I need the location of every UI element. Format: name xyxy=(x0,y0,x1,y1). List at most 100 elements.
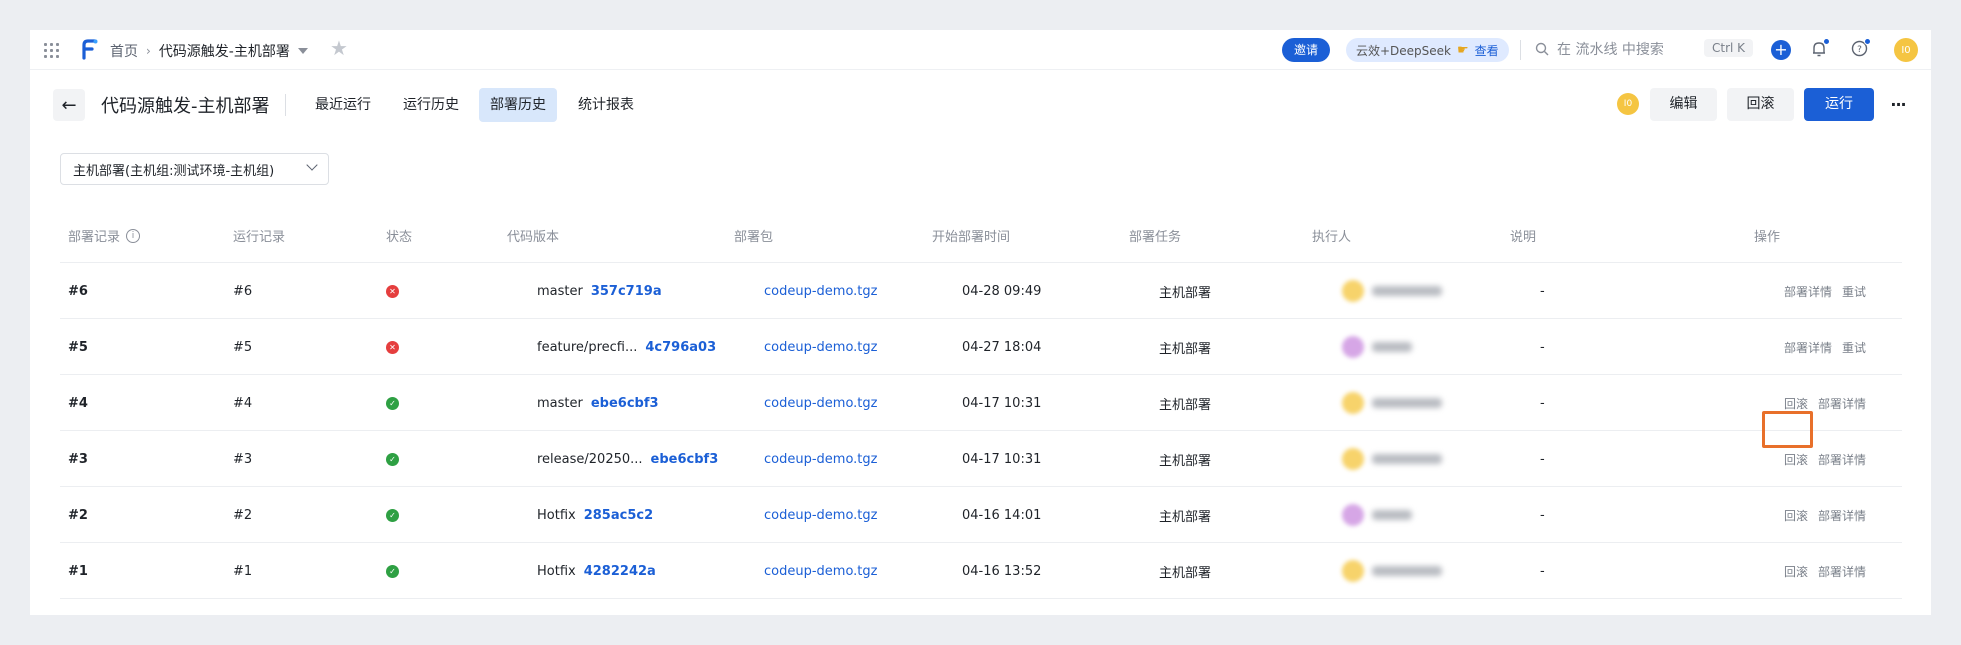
breadcrumb: 首页 › 代码源触发-主机部署 xyxy=(110,41,308,61)
branch-name: master xyxy=(537,395,583,411)
more-icon[interactable]: ··· xyxy=(1883,88,1913,121)
edit-button[interactable]: 编辑 xyxy=(1650,88,1717,121)
error-status-icon: ✕ xyxy=(386,284,399,298)
deploy-record[interactable]: #4 xyxy=(68,375,88,431)
row-deploy-detail-button[interactable]: 部署详情 xyxy=(1818,395,1866,412)
actions: 部署详情 重试 xyxy=(1784,263,1876,319)
search-input[interactable]: 在 流水线 中搜索 xyxy=(1557,39,1664,59)
actions: 回滚 部署详情 xyxy=(1784,543,1876,599)
row-deploy-detail-button[interactable]: 部署详情 xyxy=(1784,283,1832,300)
run-record[interactable]: #2 xyxy=(233,487,252,543)
caret-down-icon[interactable] xyxy=(297,48,308,54)
row-rollback-button[interactable]: 回滚 xyxy=(1784,451,1808,468)
executor-name-redacted xyxy=(1372,286,1442,296)
run-record[interactable]: #1 xyxy=(233,543,252,599)
row-retry-button[interactable]: 重试 xyxy=(1842,339,1866,356)
code-version: master 357c719a xyxy=(537,263,662,319)
user-avatar[interactable]: I0 xyxy=(1894,38,1918,62)
row-retry-button[interactable]: 重试 xyxy=(1842,283,1866,300)
pointing-hand-icon: ☛ xyxy=(1457,42,1469,58)
back-button[interactable]: ← xyxy=(53,89,85,121)
rollback-button[interactable]: 回滚 xyxy=(1727,88,1794,121)
tab-run-history[interactable]: 运行历史 xyxy=(392,88,470,122)
executor xyxy=(1342,431,1442,487)
executor-name-redacted xyxy=(1372,342,1412,352)
commit-link[interactable]: ebe6cbf3 xyxy=(651,452,719,467)
tab-statistics[interactable]: 统计报表 xyxy=(567,88,645,122)
app-grid-icon[interactable] xyxy=(44,43,59,58)
success-status-icon: ✓ xyxy=(386,564,399,578)
environment-select-value: 主机部署(主机组:测试环境-主机组) xyxy=(73,163,275,179)
package-link[interactable]: codeup-demo.tgz xyxy=(764,487,877,543)
invite-button[interactable]: 邀请 xyxy=(1282,38,1331,62)
executor-name-redacted xyxy=(1372,454,1442,464)
run-record[interactable]: #4 xyxy=(233,375,252,431)
breadcrumb-home[interactable]: 首页 xyxy=(110,41,138,61)
executor-avatar xyxy=(1342,392,1364,414)
commit-link[interactable]: 357c719a xyxy=(591,284,662,299)
logo-icon[interactable] xyxy=(80,38,98,60)
deploy-record[interactable]: #2 xyxy=(68,487,88,543)
status-cell: ✓ xyxy=(386,375,399,431)
tab-recent-runs[interactable]: 最近运行 xyxy=(304,88,382,122)
notification-bell-icon[interactable] xyxy=(1811,38,1830,58)
table-row: #5 #5 ✕ feature/precfi... 4c796a03 codeup-dem… xyxy=(60,319,1902,375)
commit-link[interactable]: 4282242a xyxy=(584,564,656,579)
commit-link[interactable]: 4c796a03 xyxy=(645,340,716,355)
deploy-record[interactable]: #5 xyxy=(68,319,88,375)
col-header-deploy-record: 部署记录 i xyxy=(68,226,141,245)
environment-select[interactable]: 主机部署(主机组:测试环境-主机组) xyxy=(60,153,329,185)
note: - xyxy=(1540,339,1545,355)
package-link[interactable]: codeup-demo.tgz xyxy=(764,431,877,487)
row-deploy-detail-button[interactable]: 部署详情 xyxy=(1818,507,1866,524)
main-panel: 首页 › 代码源触发-主机部署 ★ 邀请 云效+DeepSeek ☛ 查看 在 … xyxy=(30,30,1931,615)
table-row: #1 #1 ✓ Hotfix 4282242a codeup-demo.tgz 04-16 … xyxy=(60,543,1902,599)
start-time: 04-16 14:01 xyxy=(962,507,1042,523)
breadcrumb-current[interactable]: 代码源触发-主机部署 xyxy=(159,41,290,61)
deploy-record[interactable]: #1 xyxy=(68,543,88,599)
tab-deploy-history[interactable]: 部署历史 xyxy=(479,88,557,122)
help-icon[interactable]: ? xyxy=(1851,38,1871,57)
search-box[interactable]: 在 流水线 中搜索 xyxy=(1535,39,1664,59)
status-cell: ✕ xyxy=(386,263,399,319)
deepseek-promo[interactable]: 云效+DeepSeek ☛ 查看 xyxy=(1346,38,1509,62)
row-deploy-detail-button[interactable]: 部署详情 xyxy=(1818,451,1866,468)
star-icon[interactable]: ★ xyxy=(330,36,348,60)
deploy-record[interactable]: #6 xyxy=(68,263,88,319)
owner-avatar[interactable]: I0 xyxy=(1617,93,1639,115)
status-cell: ✓ xyxy=(386,431,399,487)
start-time: 04-27 18:04 xyxy=(962,339,1042,355)
promo-text: 云效+DeepSeek xyxy=(1356,43,1452,58)
col-header-note: 说明 xyxy=(1510,230,1537,245)
deploy-record[interactable]: #3 xyxy=(68,431,88,487)
commit-link[interactable]: 285ac5c2 xyxy=(584,508,653,523)
run-record[interactable]: #6 xyxy=(233,263,252,319)
run-record[interactable]: #3 xyxy=(233,431,252,487)
package-link[interactable]: codeup-demo.tgz xyxy=(764,263,877,319)
start-time: 04-17 10:31 xyxy=(962,395,1042,411)
deploy-task: 主机部署 xyxy=(1159,453,1212,469)
start-time: 04-28 09:49 xyxy=(962,283,1042,299)
code-version: Hotfix 285ac5c2 xyxy=(537,487,653,543)
row-deploy-detail-button[interactable]: 部署详情 xyxy=(1784,339,1832,356)
row-deploy-detail-button[interactable]: 部署详情 xyxy=(1818,563,1866,580)
executor xyxy=(1342,543,1442,599)
row-rollback-button[interactable]: 回滚 xyxy=(1784,507,1808,524)
info-icon[interactable]: i xyxy=(126,228,141,243)
package-link[interactable]: codeup-demo.tgz xyxy=(764,375,877,431)
row-rollback-button[interactable]: 回滚 xyxy=(1784,563,1808,580)
commit-link[interactable]: ebe6cbf3 xyxy=(591,396,659,411)
run-button[interactable]: 运行 xyxy=(1804,88,1874,121)
executor-avatar xyxy=(1342,280,1364,302)
create-plus-button[interactable]: + xyxy=(1771,40,1791,60)
promo-view-link[interactable]: 查看 xyxy=(1475,42,1499,59)
run-record[interactable]: #5 xyxy=(233,319,252,375)
code-version: Hotfix 4282242a xyxy=(537,543,656,599)
branch-name: master xyxy=(537,283,583,299)
branch-name: release/20250... xyxy=(537,451,643,467)
package-link[interactable]: codeup-demo.tgz xyxy=(764,543,877,599)
package-link[interactable]: codeup-demo.tgz xyxy=(764,319,877,375)
success-status-icon: ✓ xyxy=(386,452,399,466)
row-rollback-button[interactable]: 回滚 xyxy=(1784,395,1808,412)
col-header-code-version: 代码版本 xyxy=(507,230,560,245)
